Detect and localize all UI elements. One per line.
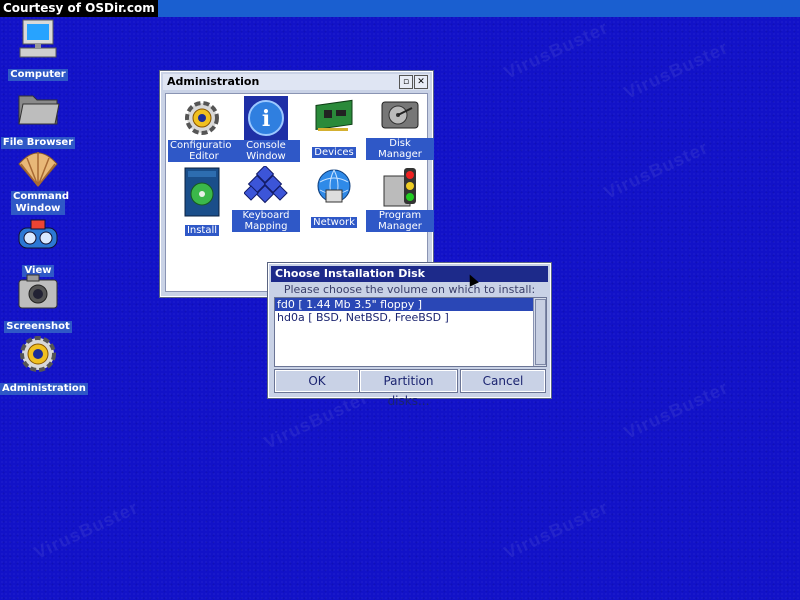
desktop-icon-file-browser[interactable]: File Browser <box>0 86 76 149</box>
volume-item-fd0[interactable]: fd0 [ 1.44 Mb 3.5" floppy ] <box>275 298 533 311</box>
desktop-icon-label: Computer <box>8 69 68 81</box>
app-keyboard-mapping[interactable]: Keyboard Mapping <box>232 164 300 233</box>
app-label: Devices <box>312 147 356 158</box>
app-program-manager[interactable]: Program Manager <box>366 166 434 233</box>
app-network[interactable]: Network <box>300 166 368 229</box>
computer-icon <box>15 18 61 62</box>
partition-disks-button[interactable]: Partition disks... <box>359 369 458 408</box>
install-disk-dialog[interactable]: Choose Installation Disk Please choose t… <box>267 262 552 408</box>
scrollbar-thumb[interactable] <box>535 299 546 365</box>
volume-list-scrollbar[interactable] <box>533 298 546 366</box>
app-devices[interactable]: Devices <box>300 96 368 159</box>
courtesy-banner: Courtesy of OSDir.com <box>0 0 158 17</box>
network-icon <box>312 166 356 210</box>
app-label: Configuration Editor <box>168 140 240 162</box>
desktop-icon-computer[interactable]: Computer <box>0 18 76 81</box>
restore-icon[interactable]: ▫ <box>399 75 413 89</box>
app-label: Console Window <box>232 140 300 162</box>
window-title: Administration <box>167 75 260 88</box>
dialog-titlebar[interactable]: Choose Installation Disk <box>271 266 548 282</box>
install-box-icon <box>180 166 224 218</box>
app-disk-manager[interactable]: Disk Manager <box>366 94 434 161</box>
camera-icon <box>15 270 61 314</box>
volume-list[interactable]: fd0 [ 1.44 Mb 3.5" floppy ] hd0a [ BSD, … <box>274 297 547 367</box>
cancel-button[interactable]: Cancel <box>460 369 546 393</box>
watermark: VirusBuster <box>600 137 712 203</box>
app-configuration-editor[interactable]: Configuration Editor <box>168 96 240 163</box>
desktop-icon-label: Administration <box>0 383 88 395</box>
app-label: Network <box>311 217 357 228</box>
shell-icon <box>15 146 61 190</box>
app-console-window[interactable]: i Console Window <box>232 96 300 163</box>
window-titlebar[interactable]: Administration ▫ ✕ <box>163 74 430 90</box>
app-label: Install <box>184 225 220 236</box>
volume-item-hd0a[interactable]: hd0a [ BSD, NetBSD, FreeBSD ] <box>275 311 533 324</box>
dialog-prompt: Please choose the volume on which to ins… <box>283 283 536 296</box>
app-install[interactable]: Install <box>168 166 236 237</box>
app-label: Keyboard Mapping <box>232 210 300 232</box>
dialog-title: Choose Installation Disk <box>275 267 425 280</box>
svg-text:i: i <box>262 106 270 132</box>
watermark: VirusBuster <box>500 497 612 563</box>
traffic-light-icon <box>378 166 422 210</box>
desktop-icon-command-window[interactable]: Command Window <box>0 146 76 215</box>
hard-disk-icon <box>378 94 422 138</box>
folder-icon <box>15 86 61 130</box>
desktop-icon-screenshot[interactable]: Screenshot <box>0 270 76 333</box>
watermark: VirusBuster <box>30 497 142 563</box>
watermark: VirusBuster <box>620 377 732 443</box>
info-icon: i <box>244 96 288 140</box>
ok-button[interactable]: OK <box>274 369 360 393</box>
watermark: VirusBuster <box>500 17 612 83</box>
desktop-icon-label: Command Window <box>11 191 70 215</box>
gear-icon <box>180 96 224 140</box>
gear-icon <box>15 332 61 376</box>
desktop-icon-view[interactable]: View <box>0 214 76 277</box>
watermark: VirusBuster <box>620 37 732 103</box>
viewmaster-icon <box>15 214 61 258</box>
keyboard-icon <box>243 164 288 210</box>
desktop-icon-administration[interactable]: Administration <box>0 332 88 395</box>
app-label: Disk Manager <box>366 138 434 160</box>
close-icon[interactable]: ✕ <box>414 75 428 89</box>
circuit-board-icon <box>312 96 356 140</box>
app-label: Program Manager <box>366 210 434 232</box>
